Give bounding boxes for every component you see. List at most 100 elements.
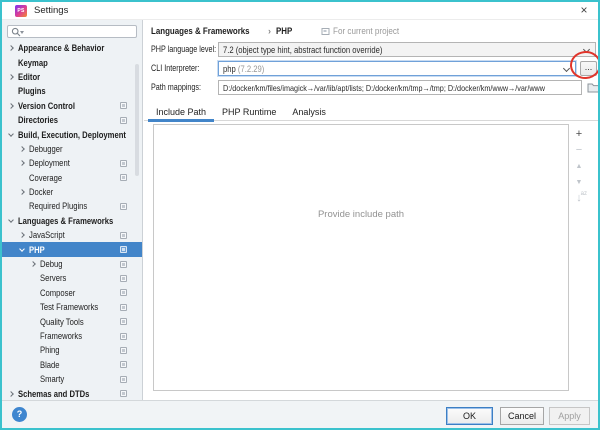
move-down-icon: ▼ — [571, 174, 587, 190]
tab-bar: Include PathPHP RuntimeAnalysis — [144, 100, 598, 121]
sidebar-item-languages-frameworks[interactable]: Languages & Frameworks — [2, 214, 142, 228]
tree-spacer — [31, 334, 35, 338]
modified-indicator-icon — [120, 333, 127, 340]
sidebar-item-label: Appearance & Behavior — [18, 43, 104, 53]
sidebar-item-label: Debug — [40, 259, 63, 269]
sidebar-item-label: Composer — [40, 288, 75, 298]
sidebar-item-frameworks[interactable]: Frameworks — [2, 329, 142, 343]
sidebar-item-label: Smarty — [40, 374, 64, 384]
sidebar-item-debug[interactable]: Debug — [2, 257, 142, 271]
modified-indicator-icon — [120, 304, 127, 311]
chevron-right-icon[interactable] — [8, 103, 14, 109]
sidebar-item-label: Keymap — [18, 58, 48, 68]
sort-alphabetically-icon: ↓az — [571, 190, 587, 206]
modified-indicator-icon — [120, 232, 127, 239]
sidebar-item-servers[interactable]: Servers — [2, 271, 142, 285]
cli-interpreter-browse-button[interactable]: ... — [580, 61, 597, 76]
modified-indicator-icon — [120, 117, 127, 124]
chevron-right-icon[interactable] — [8, 391, 14, 397]
sidebar-item-label: Languages & Frameworks — [18, 216, 113, 226]
breadcrumb-current: PHP — [276, 26, 292, 36]
sidebar-item-schemas-and-dtds[interactable]: Schemas and DTDs — [2, 386, 142, 400]
modified-indicator-icon — [120, 289, 127, 296]
sidebar-item-directories[interactable]: Directories — [2, 113, 142, 127]
chevron-down-icon[interactable] — [19, 246, 25, 252]
add-icon[interactable]: + — [571, 126, 587, 142]
project-scope-icon — [321, 27, 330, 36]
sidebar-item-keymap[interactable]: Keymap — [2, 55, 142, 69]
chevron-down-icon[interactable] — [8, 217, 14, 223]
chevron-right-icon[interactable] — [8, 45, 14, 51]
tree-spacer — [31, 276, 35, 280]
sidebar-item-editor[interactable]: Editor — [2, 70, 142, 84]
tab-include-path[interactable]: Include Path — [148, 104, 214, 122]
tree-spacer — [20, 204, 24, 208]
sidebar-item-coverage[interactable]: Coverage — [2, 171, 142, 185]
apply-button[interactable]: Apply — [549, 407, 590, 425]
path-mappings-value: D:/docker/km/files/imagick→/var/lib/apt/… — [223, 81, 545, 95]
path-mappings-label: Path mappings: — [151, 82, 201, 92]
sidebar-item-label: Editor — [18, 72, 40, 82]
include-path-panel[interactable]: Provide include path — [153, 124, 569, 391]
sidebar-item-appearance-behavior[interactable]: Appearance & Behavior — [2, 41, 142, 55]
path-mappings-field[interactable]: D:/docker/km/files/imagick→/var/lib/apt/… — [218, 80, 582, 95]
chevron-right-icon[interactable] — [19, 232, 25, 238]
cancel-button[interactable]: Cancel — [500, 407, 544, 425]
help-button[interactable]: ? — [12, 407, 27, 422]
sidebar-item-quality-tools[interactable]: Quality Tools — [2, 314, 142, 328]
chevron-right-icon[interactable] — [19, 160, 25, 166]
breadcrumb-separator-icon: › — [268, 26, 271, 36]
dialog-footer: ? OK Cancel Apply — [2, 400, 598, 428]
phpstorm-logo-icon: PS — [15, 5, 27, 17]
remove-icon: − — [571, 142, 587, 158]
sidebar-item-composer[interactable]: Composer — [2, 286, 142, 300]
modified-indicator-icon — [120, 318, 127, 325]
path-mappings-folder-button[interactable] — [586, 81, 600, 94]
cli-interpreter-select[interactable]: php (7.2.29) — [218, 61, 576, 76]
search-box[interactable] — [7, 25, 137, 38]
sidebar-item-deployment[interactable]: Deployment — [2, 156, 142, 170]
sidebar-item-build-execution-deployment[interactable]: Build, Execution, Deployment — [2, 127, 142, 141]
breadcrumb-parent: Languages & Frameworks — [151, 26, 250, 36]
sidebar-item-docker[interactable]: Docker — [2, 185, 142, 199]
language-level-select[interactable]: 7.2 (object type hint, abstract function… — [218, 42, 596, 57]
modified-indicator-icon — [120, 102, 127, 109]
modified-indicator-icon — [120, 160, 127, 167]
sidebar-item-required-plugins[interactable]: Required Plugins — [2, 199, 142, 213]
language-level-value: 7.2 (object type hint, abstract function… — [223, 43, 382, 57]
ok-button[interactable]: OK — [446, 407, 493, 425]
sidebar-item-label: Test Frameworks — [40, 302, 98, 312]
tree-spacer — [9, 89, 13, 93]
sidebar-item-php[interactable]: PHP — [2, 242, 142, 256]
modified-indicator-icon — [120, 361, 127, 368]
list-toolbar: +−▲▼↓az — [571, 126, 587, 206]
sidebar-item-phing[interactable]: Phing — [2, 343, 142, 357]
chevron-down-icon[interactable] — [8, 131, 14, 137]
sidebar-item-debugger[interactable]: Debugger — [2, 142, 142, 156]
close-icon[interactable]: × — [577, 4, 591, 18]
sidebar-item-version-control[interactable]: Version Control — [2, 99, 142, 113]
tab-analysis[interactable]: Analysis — [284, 104, 334, 122]
language-level-label: PHP language level: — [151, 44, 216, 54]
tab-php-runtime[interactable]: PHP Runtime — [214, 104, 284, 122]
breadcrumb: Languages & Frameworks › PHP For current… — [151, 26, 406, 36]
search-dropdown-caret-icon — [20, 31, 24, 34]
tree-spacer — [31, 363, 35, 367]
sidebar-item-label: Frameworks — [40, 331, 82, 341]
sidebar-item-plugins[interactable]: Plugins — [2, 84, 142, 98]
chevron-right-icon[interactable] — [8, 74, 14, 80]
chevron-right-icon[interactable] — [19, 146, 25, 152]
sidebar-item-test-frameworks[interactable]: Test Frameworks — [2, 300, 142, 314]
sidebar-item-smarty[interactable]: Smarty — [2, 372, 142, 386]
sidebar-item-javascript[interactable]: JavaScript — [2, 228, 142, 242]
cli-interpreter-version: (7.2.29) — [236, 64, 265, 74]
sidebar-scrollbar-thumb[interactable] — [135, 64, 139, 176]
tree-spacer — [31, 291, 35, 295]
sidebar-item-label: Schemas and DTDs — [18, 389, 89, 399]
tree-spacer — [31, 320, 35, 324]
settings-search-input[interactable] — [26, 26, 134, 37]
sidebar-item-blade[interactable]: Blade — [2, 358, 142, 372]
chevron-right-icon[interactable] — [19, 189, 25, 195]
tree-spacer — [31, 348, 35, 352]
chevron-right-icon[interactable] — [30, 261, 36, 267]
